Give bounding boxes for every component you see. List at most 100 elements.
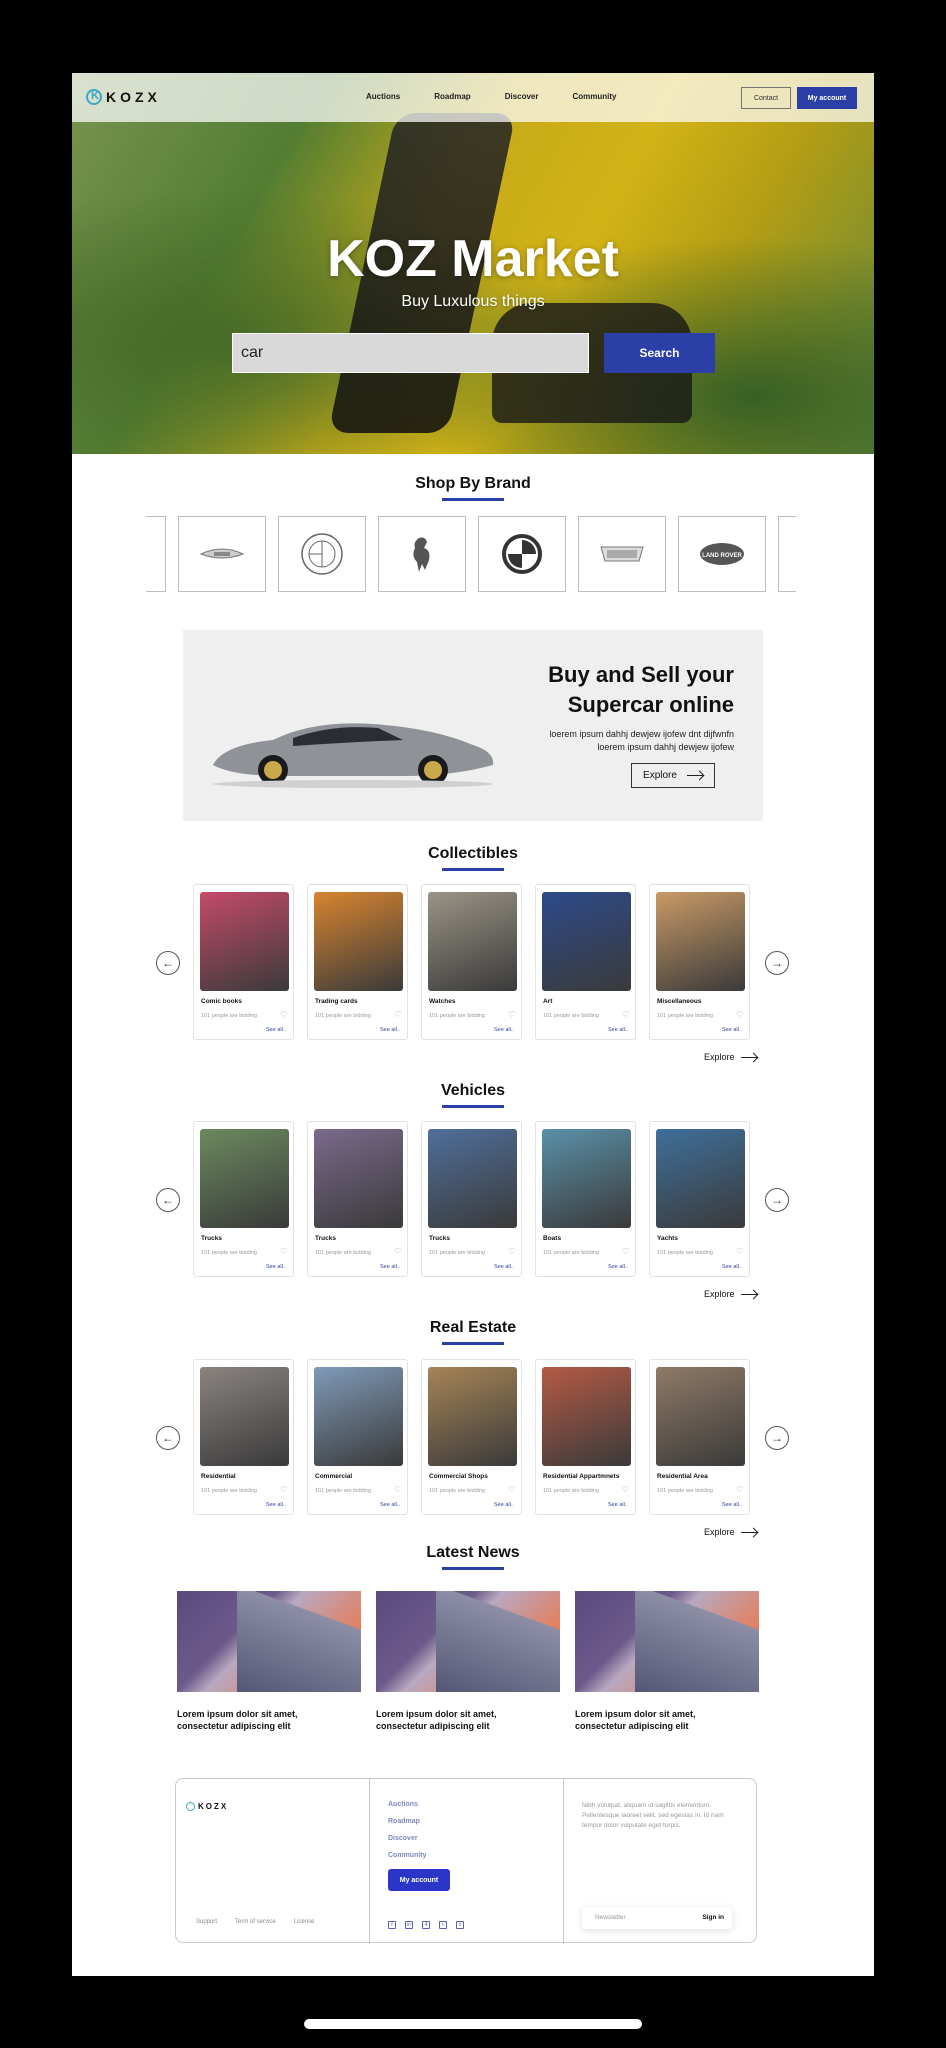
- item-card[interactable]: Trucks 101 people are bidding ♡ See all..: [421, 1121, 522, 1277]
- social-icons: f in 4 t o: [388, 1921, 464, 1929]
- next-arrow-icon[interactable]: →: [765, 1426, 789, 1450]
- heart-icon[interactable]: ♡: [736, 1485, 743, 1494]
- item-card[interactable]: Trucks 101 people are bidding ♡ See all..: [193, 1121, 294, 1277]
- prev-arrow-icon[interactable]: ←: [156, 1188, 180, 1212]
- vehicles-explore-link[interactable]: Explore: [704, 1289, 757, 1299]
- see-all-link[interactable]: See all..: [380, 1264, 400, 1270]
- twitter-icon[interactable]: t: [439, 1921, 447, 1929]
- brand-partial-right[interactable]: [778, 516, 796, 592]
- brand-bmw[interactable]: [478, 516, 566, 592]
- footer-logo[interactable]: KOZX: [186, 1802, 228, 1811]
- prev-arrow-icon[interactable]: ←: [156, 951, 180, 975]
- brand-cadillac[interactable]: [578, 516, 666, 592]
- my-account-button[interactable]: My account: [797, 87, 857, 109]
- heart-icon[interactable]: ♡: [394, 1485, 401, 1494]
- footer-nav-community[interactable]: Community: [388, 1852, 427, 1859]
- heart-icon[interactable]: ♡: [394, 1010, 401, 1019]
- footer-nav-roadmap[interactable]: Roadmap: [388, 1818, 427, 1825]
- search-input[interactable]: car: [232, 333, 589, 373]
- heart-icon[interactable]: ♡: [508, 1247, 515, 1256]
- item-card[interactable]: Watches 101 people are bidding ♡ See all..: [421, 884, 522, 1040]
- next-arrow-icon[interactable]: →: [765, 1188, 789, 1212]
- nav-community[interactable]: Community: [572, 92, 616, 101]
- terms-link[interactable]: Term of service: [235, 1919, 276, 1925]
- item-card[interactable]: Yachts 101 people are bidding ♡ See all..: [649, 1121, 750, 1277]
- nav-auctions[interactable]: Auctions: [366, 92, 400, 101]
- contact-button[interactable]: Contact: [741, 87, 791, 109]
- heart-icon[interactable]: ♡: [280, 1247, 287, 1256]
- news-card[interactable]: Lorem ipsum dolor sit amet, consectetur a…: [177, 1591, 361, 1732]
- card-title: Yachts: [657, 1235, 678, 1242]
- item-card[interactable]: Residential 101 people are bidding ♡ See al…: [193, 1359, 294, 1515]
- see-all-link[interactable]: See all..: [608, 1502, 628, 1508]
- heart-icon[interactable]: ♡: [280, 1010, 287, 1019]
- facebook-icon[interactable]: f: [388, 1921, 396, 1929]
- instagram-icon[interactable]: o: [456, 1921, 464, 1929]
- heart-icon[interactable]: ♡: [508, 1010, 515, 1019]
- brand-partial-left[interactable]: [146, 516, 166, 592]
- see-all-link[interactable]: See all..: [266, 1027, 286, 1033]
- heart-icon[interactable]: ♡: [736, 1247, 743, 1256]
- section-underline: [442, 1567, 504, 1570]
- nav-roadmap[interactable]: Roadmap: [434, 92, 470, 101]
- see-all-link[interactable]: See all..: [722, 1264, 742, 1270]
- item-card[interactable]: Miscellaneous 101 people are bidding ♡ See …: [649, 884, 750, 1040]
- linkedin-icon[interactable]: in: [405, 1921, 413, 1929]
- heart-icon[interactable]: ♡: [280, 1485, 287, 1494]
- see-all-link[interactable]: See all..: [266, 1264, 286, 1270]
- sign-in-button[interactable]: Sign in: [702, 1914, 724, 1921]
- logo[interactable]: KOZX: [86, 89, 161, 105]
- land-rover-text: LAND ROVER: [702, 553, 742, 559]
- heart-icon[interactable]: ♡: [622, 1247, 629, 1256]
- brand-aston-martin[interactable]: [178, 516, 266, 592]
- heart-icon[interactable]: ♡: [394, 1247, 401, 1256]
- see-all-link[interactable]: See all..: [722, 1027, 742, 1033]
- card-bid-count: 101 people are bidding: [657, 1013, 713, 1019]
- foursquare-icon[interactable]: 4: [422, 1921, 430, 1929]
- heart-icon[interactable]: ♡: [736, 1010, 743, 1019]
- see-all-link[interactable]: See all..: [608, 1027, 628, 1033]
- see-all-link[interactable]: See all..: [494, 1264, 514, 1270]
- news-card[interactable]: Lorem ipsum dolor sit amet, consectetur a…: [575, 1591, 759, 1732]
- prev-arrow-icon[interactable]: ←: [156, 1426, 180, 1450]
- next-arrow-icon[interactable]: →: [765, 951, 789, 975]
- item-card[interactable]: Trading cards 101 people are bidding ♡ See …: [307, 884, 408, 1040]
- see-all-link[interactable]: See all..: [494, 1502, 514, 1508]
- footer-nav-discover[interactable]: Discover: [388, 1835, 427, 1842]
- brand-ferrari[interactable]: [378, 516, 466, 592]
- item-card[interactable]: Art 101 people are bidding ♡ See all..: [535, 884, 636, 1040]
- item-card[interactable]: Comic books 101 people are bidding ♡ See al…: [193, 884, 294, 1040]
- see-all-link[interactable]: See all..: [608, 1264, 628, 1270]
- footer-nav-auctions[interactable]: Auctions: [388, 1801, 427, 1808]
- see-all-link[interactable]: See all..: [266, 1502, 286, 1508]
- card-title: Commercial: [315, 1473, 353, 1480]
- heart-icon[interactable]: ♡: [622, 1010, 629, 1019]
- footer-my-account-button[interactable]: My account: [388, 1869, 450, 1891]
- news-card[interactable]: Lorem ipsum dolor sit amet, consectetur a…: [376, 1591, 560, 1732]
- license-link[interactable]: License: [294, 1919, 315, 1925]
- brand-land-rover[interactable]: LAND ROVER: [678, 516, 766, 592]
- heart-icon[interactable]: ♡: [508, 1485, 515, 1494]
- item-card[interactable]: Boats 101 people are bidding ♡ See all..: [535, 1121, 636, 1277]
- nav-discover[interactable]: Discover: [505, 92, 539, 101]
- item-card[interactable]: Commercial 101 people are bidding ♡ See all…: [307, 1359, 408, 1515]
- see-all-link[interactable]: See all..: [494, 1027, 514, 1033]
- real-estate-explore-link[interactable]: Explore: [704, 1527, 757, 1537]
- search-button[interactable]: Search: [604, 333, 715, 373]
- brand-alfa-romeo[interactable]: [278, 516, 366, 592]
- card-title: Commercial Shops: [429, 1473, 488, 1480]
- see-all-link[interactable]: See all..: [722, 1502, 742, 1508]
- newsletter-field[interactable]: Newsletter Sign in: [582, 1907, 732, 1929]
- item-card[interactable]: Trucks 101 people are bidding ♡ See all..: [307, 1121, 408, 1277]
- item-card[interactable]: Commercial Shops 101 people are bidding ♡ S…: [421, 1359, 522, 1515]
- see-all-link[interactable]: See all..: [380, 1027, 400, 1033]
- promo-explore-button[interactable]: Explore: [631, 763, 715, 788]
- real-estate-carousel: Residential 101 people are bidding ♡ See al…: [72, 1359, 874, 1519]
- see-all-link[interactable]: See all..: [380, 1502, 400, 1508]
- card-bid-count: 101 people are bidding: [201, 1488, 257, 1494]
- item-card[interactable]: Residential Appartmnets 101 people are bi…: [535, 1359, 636, 1515]
- heart-icon[interactable]: ♡: [622, 1485, 629, 1494]
- collectibles-explore-link[interactable]: Explore: [704, 1052, 757, 1062]
- support-link[interactable]: Support: [196, 1919, 217, 1925]
- item-card[interactable]: Residential Area 101 people are bidding ♡ S…: [649, 1359, 750, 1515]
